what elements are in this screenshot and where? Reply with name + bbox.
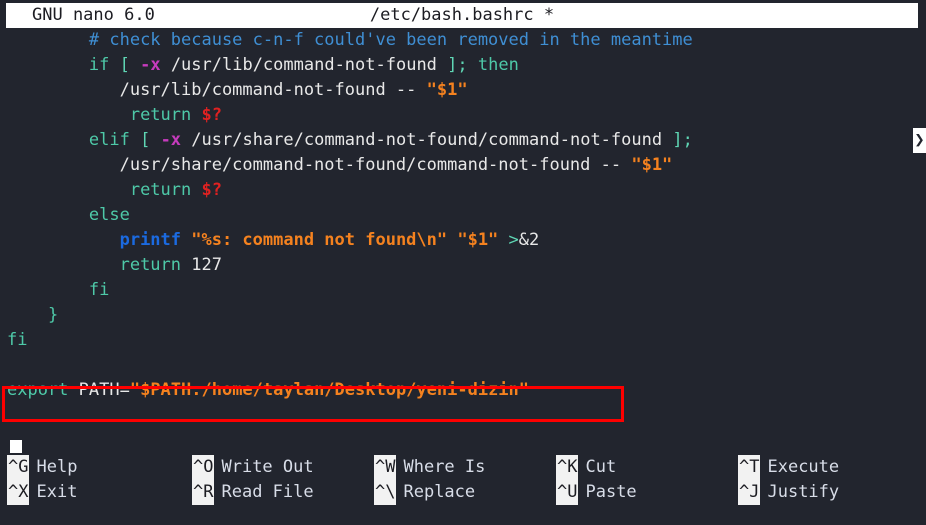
shortcut-justify[interactable]: ^J Justify [731,480,921,505]
text-cursor [10,440,22,453]
shortcut-key: ^T [738,455,761,480]
code-token: export [7,380,79,400]
code-token: "%s: command not found\n" "$1" [191,230,509,250]
code-token: # check because c-n-f could've been remo… [88,30,693,50]
code-token: return [129,180,202,200]
code-token: return [119,255,192,275]
code-token: printf [119,230,192,250]
code-token: fi [7,330,28,350]
shortcut-exit[interactable]: ^X Exit [0,480,185,505]
code-token: [ [119,55,141,75]
code-line: return 127 [0,253,926,278]
code-token: -x [140,55,161,75]
code-line: return $? [0,103,926,128]
shortcut-label: Execute [767,457,840,477]
titlebar: GNU nano 6.0 /etc/bash.bashrc * [6,3,918,28]
code-line: /usr/lib/command-not-found -- "$1" [0,78,926,103]
filename-label: /etc/bash.bashrc * [369,5,555,25]
shortcut-label: Cut [585,457,617,477]
shortcut-write-out[interactable]: ^O Write Out [185,455,367,480]
code-line: else [0,203,926,228]
code-token: } [47,305,59,325]
shortcut-label: Exit [36,482,78,502]
shortcut-key: ^R [192,480,215,505]
code-line: export PATH="$PATH:/home/taylan/Desktop/… [0,378,926,403]
code-token: "$1" [631,155,673,175]
code-line: /usr/share/command-not-found/command-not… [0,153,926,178]
editor-text-area[interactable]: # check because c-n-f could've been remo… [0,28,926,453]
code-token: -x [160,130,182,150]
shortcut-read-file[interactable]: ^R Read File [185,480,367,505]
code-token: /usr/share/command-not-found/command-not… [119,155,632,175]
shortcut-where-is[interactable]: ^W Where Is [367,455,549,480]
shortcut-row: ^G Help ^O Write Out ^W Where Is ^K Cut ^T Execut… [0,455,926,480]
code-token: > [508,230,519,250]
code-token: $? [201,180,222,200]
code-token: elif [88,130,141,150]
shortcut-label: Write Out [221,457,314,477]
shortcut-label: Replace [403,482,476,502]
code-line: printf "%s: command not found\n" "$1" >&… [0,228,926,253]
shortcut-key: ^U [556,480,579,505]
code-token: if [88,55,120,75]
code-line: return $? [0,178,926,203]
code-token: then [477,55,519,75]
titlebar-container: GNU nano 6.0 /etc/bash.bashrc * [0,0,926,28]
code-line: } [0,303,926,328]
shortcut-execute[interactable]: ^T Execute [731,455,921,480]
shortcut-key: ^\ [374,480,397,505]
code-token: fi [88,280,110,300]
code-token: /usr/lib/command-not-found [160,55,448,75]
shortcut-help[interactable]: ^G Help [0,455,185,480]
code-line: fi [0,328,926,353]
code-token: "$1" [426,80,468,100]
code-token: ]; [672,130,693,150]
shortcut-paste[interactable]: ^U Paste [549,480,731,505]
shortcut-label: Paste [585,482,637,502]
shortcut-key: ^X [7,480,30,505]
code-token: ]; [447,55,478,75]
line-continuation-icon: ❯ [913,128,926,153]
code-line: elif [ -x /usr/share/command-not-found/c… [0,128,926,153]
code-token: return [129,105,202,125]
shortcut-bar: ^G Help ^O Write Out ^W Where Is ^K Cut ^T Execut… [0,453,926,525]
shortcut-label: Read File [221,482,314,502]
code-token: &2 [518,230,540,250]
shortcut-label: Help [36,457,78,477]
code-token: /usr/share/command-not-found/command-not… [181,130,673,150]
shortcut-label: Justify [767,482,840,502]
code-token: PATH= [78,380,130,400]
shortcut-key: ^K [556,455,579,480]
shortcut-key: ^J [738,480,761,505]
shortcut-cut[interactable]: ^K Cut [549,455,731,480]
shortcut-row: ^X Exit ^R Read File ^\ Replace ^U Paste ^J Justi… [0,480,926,505]
shortcut-key: ^W [374,455,397,480]
code-line: if [ -x /usr/lib/command-not-found ]; th… [0,53,926,78]
shortcut-key: ^G [7,455,30,480]
code-token: [ [140,130,161,150]
code-line: # check because c-n-f could've been remo… [0,28,926,53]
shortcut-label: Where Is [403,457,486,477]
shortcut-key: ^O [192,455,215,480]
code-line: fi [0,278,926,303]
code-token: "$PATH:/home/taylan/Desktop/yeni-dizin" [129,380,530,400]
code-token: $? [201,105,222,125]
code-token: 127 [191,255,222,275]
shortcut-replace[interactable]: ^\ Replace [367,480,549,505]
code-token: /usr/lib/command-not-found -- [119,80,427,100]
code-token: else [88,205,130,225]
